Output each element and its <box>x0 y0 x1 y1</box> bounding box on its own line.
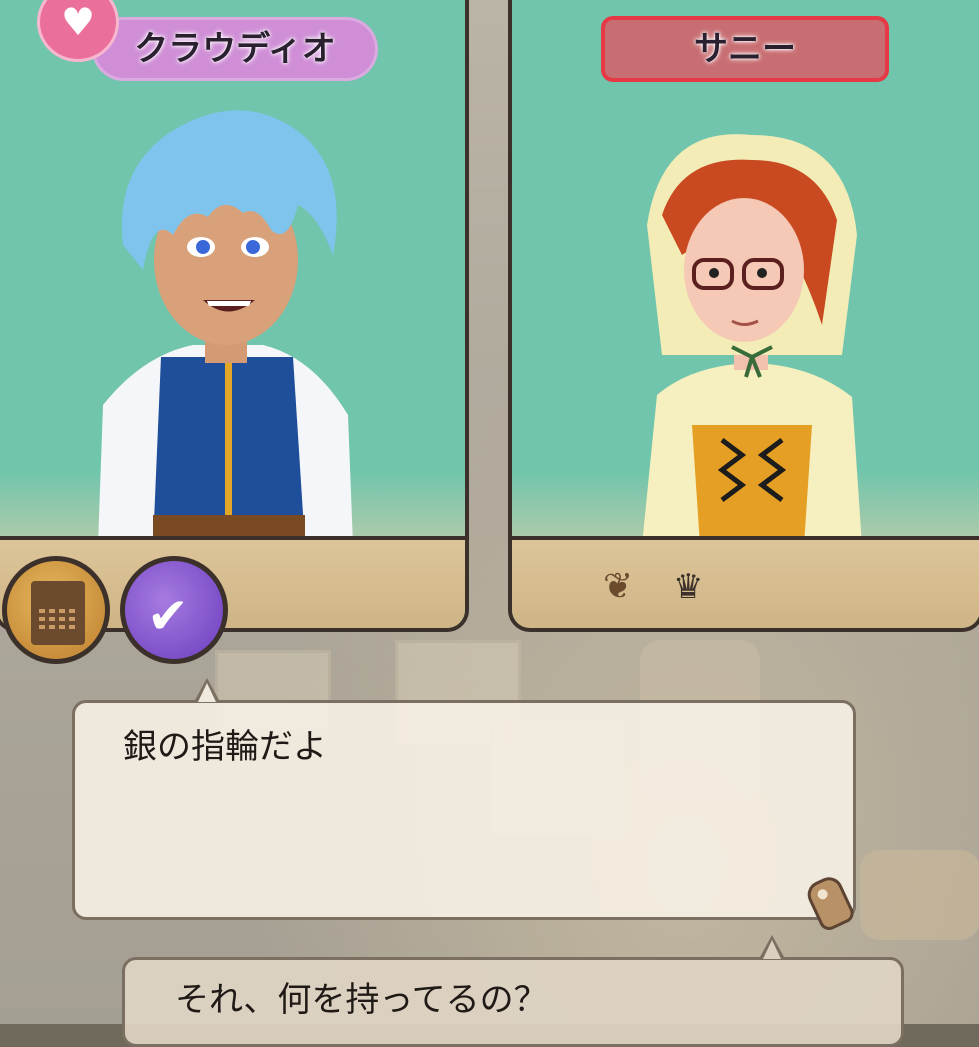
sunny-portrait <box>642 134 862 545</box>
right-character-panel <box>508 0 979 632</box>
crown-icon: ♛ <box>673 567 704 607</box>
right-character-name: サニー <box>694 29 796 69</box>
check-icon[interactable]: ✔ <box>120 556 228 664</box>
dialog-box-current[interactable]: 銀の指輪だよ <box>72 700 856 920</box>
claudio-portrait <box>98 110 353 545</box>
current-line-text: 銀の指輪だよ <box>123 727 327 767</box>
wheat-icon: ❦ <box>603 566 634 607</box>
gift-board-icon[interactable] <box>2 556 110 664</box>
right-character-nametag: サニー <box>601 16 889 82</box>
previous-line-text: それ、何を持ってるの？ <box>175 980 548 1020</box>
right-panel-bar <box>512 536 979 628</box>
left-character-nametag: クラウディオ <box>92 17 378 81</box>
left-character-name: クラウディオ <box>134 29 336 69</box>
dialog-box-previous: それ、何を持ってるの？ <box>122 957 904 1047</box>
left-character-panel <box>0 0 469 632</box>
